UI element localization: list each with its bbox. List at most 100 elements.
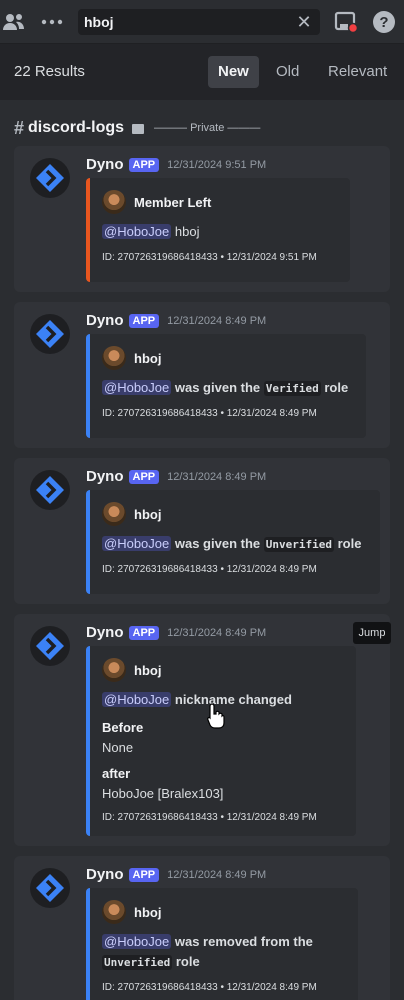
role-code: Verified	[263, 381, 321, 396]
embed-author-name: hboj	[134, 904, 162, 920]
field-name-before: Before	[102, 720, 144, 735]
user-avatar	[102, 658, 126, 682]
embed-author-name: hboj	[134, 506, 162, 522]
channel-hash-icon: #	[14, 117, 25, 138]
author-name[interactable]: Dyno	[86, 312, 124, 329]
embed-author: hboj	[102, 658, 161, 682]
embed-author-name: hboj	[134, 662, 162, 678]
tab-relevant[interactable]: Relevant	[318, 56, 397, 88]
embed-description: @HoboJoe was given the Unverified role	[102, 534, 361, 555]
embed: Member Left @HoboJoe hboj ID: 2707263196…	[86, 178, 350, 282]
message-header: Dyno APP 12/31/2024 9:51 PM	[86, 156, 266, 173]
desc-text: hboj	[174, 224, 200, 239]
embed: hboj @HoboJoe nickname changed Before No…	[86, 646, 356, 836]
author-name[interactable]: Dyno	[86, 866, 124, 883]
embed-footer: ID: 270726319686418433 • 12/31/2024 8:49…	[102, 564, 317, 575]
dyno-avatar[interactable]	[30, 314, 70, 354]
embed-description: @HoboJoe nickname changed	[102, 690, 292, 710]
embed-author: hboj	[102, 502, 161, 526]
jump-button[interactable]: Jump	[353, 622, 391, 644]
desc-text: role	[324, 380, 349, 395]
embed-author: hboj	[102, 346, 161, 370]
embed-footer: ID: 270726319686418433 • 12/31/2024 8:49…	[102, 812, 317, 823]
user-mention[interactable]: @HoboJoe	[102, 536, 172, 551]
role-code: Unverified	[263, 537, 334, 552]
dyno-avatar[interactable]	[30, 470, 70, 510]
channel-name: discord-logs	[28, 119, 125, 136]
search-toolbar: ✕ ?	[0, 0, 404, 44]
user-mention[interactable]: @HoboJoe	[102, 692, 172, 707]
more-icon[interactable]	[38, 8, 66, 36]
user-avatar	[102, 346, 126, 370]
user-avatar	[102, 190, 126, 214]
embed-author: Member Left	[102, 190, 211, 214]
embed-author: hboj	[102, 900, 161, 924]
role-code: Unverified	[102, 955, 173, 970]
embed: hboj @HoboJoe was removed from the Unver…	[86, 888, 358, 1000]
desc-text: role	[175, 954, 200, 969]
app-badge: APP	[128, 867, 160, 882]
embed-footer: ID: 270726319686418433 • 12/31/2024 8:49…	[102, 982, 317, 993]
search-result[interactable]: Dyno APP 12/31/2024 8:49 PM hboj @HoboJo…	[14, 458, 390, 604]
embed-author-name: Member Left	[134, 194, 212, 210]
timestamp: 12/31/2024 8:49 PM	[167, 314, 267, 327]
embed-author-name: hboj	[134, 350, 162, 366]
results-header: 22 Results New Old Relevant	[0, 44, 404, 100]
user-mention[interactable]: @HoboJoe	[102, 380, 172, 395]
field-value-after: HoboJoe [Bralex103]	[102, 786, 224, 801]
search-result[interactable]: Dyno APP 12/31/2024 8:49 PM hboj @HoboJo…	[14, 856, 390, 1000]
members-icon[interactable]	[0, 8, 28, 36]
embed-footer: ID: 270726319686418433 • 12/31/2024 8:49…	[102, 408, 317, 419]
results-count: 22 Results	[14, 63, 85, 80]
desc-text: was given the	[174, 536, 261, 551]
user-mention[interactable]: @HoboJoe	[102, 224, 172, 239]
dyno-avatar[interactable]	[30, 158, 70, 198]
search-result[interactable]: Dyno APP 12/31/2024 9:51 PM Member Left …	[14, 146, 390, 292]
desc-text: was given the	[174, 380, 261, 395]
message-header: Dyno APP 12/31/2024 8:49 PM	[86, 468, 266, 485]
dyno-avatar[interactable]	[30, 868, 70, 908]
user-avatar	[102, 502, 126, 526]
user-mention[interactable]: @HoboJoe	[102, 934, 172, 949]
svg-text:?: ?	[379, 14, 388, 31]
hand-cursor-icon	[207, 703, 225, 734]
close-icon[interactable]: ✕	[294, 11, 314, 33]
app-badge: APP	[128, 469, 160, 484]
search-input[interactable]	[84, 12, 284, 32]
dyno-avatar[interactable]	[30, 626, 70, 666]
timestamp: 12/31/2024 9:51 PM	[167, 158, 267, 171]
desc-text: was removed from the	[174, 934, 313, 949]
embed-description: @HoboJoe was given the Verified role	[102, 378, 348, 399]
channel-header[interactable]: # discord-logs ——— Private ———	[14, 116, 260, 140]
help-icon[interactable]: ?	[370, 8, 398, 36]
folder-icon	[132, 124, 145, 134]
field-name-after: after	[102, 766, 131, 781]
app-badge: APP	[128, 313, 160, 328]
desc-text: role	[337, 536, 362, 551]
channel-category: ——— Private ———	[154, 122, 261, 134]
message-header: Dyno APP 12/31/2024 8:49 PM	[86, 866, 266, 883]
search-result[interactable]: Dyno APP 12/31/2024 8:49 PM hboj @HoboJo…	[14, 302, 390, 448]
author-name[interactable]: Dyno	[86, 624, 124, 641]
user-avatar	[102, 900, 126, 924]
desc-text: nickname changed	[174, 692, 292, 707]
author-name[interactable]: Dyno	[86, 156, 124, 173]
search-box[interactable]: ✕	[78, 9, 320, 35]
embed: hboj @HoboJoe was given the Unverified r…	[86, 490, 380, 594]
tab-old[interactable]: Old	[266, 56, 309, 88]
field-value-before: None	[102, 740, 134, 755]
timestamp: 12/31/2024 8:49 PM	[167, 470, 267, 483]
timestamp: 12/31/2024 8:49 PM	[167, 626, 267, 639]
message-header: Dyno APP 12/31/2024 8:49 PM	[86, 624, 266, 641]
app-badge: APP	[128, 157, 160, 172]
app-badge: APP	[128, 625, 160, 640]
inbox-icon[interactable]	[332, 8, 360, 36]
search-result[interactable]: Dyno APP 12/31/2024 8:49 PM hboj @HoboJo…	[14, 614, 390, 846]
embed-description: @HoboJoe hboj	[102, 222, 199, 242]
message-header: Dyno APP 12/31/2024 8:49 PM	[86, 312, 266, 329]
timestamp: 12/31/2024 8:49 PM	[167, 868, 267, 881]
embed: hboj @HoboJoe was given the Verified rol…	[86, 334, 366, 438]
tab-new[interactable]: New	[208, 56, 259, 88]
author-name[interactable]: Dyno	[86, 468, 124, 485]
embed-description: @HoboJoe was removed from the Unverified…	[102, 932, 342, 973]
